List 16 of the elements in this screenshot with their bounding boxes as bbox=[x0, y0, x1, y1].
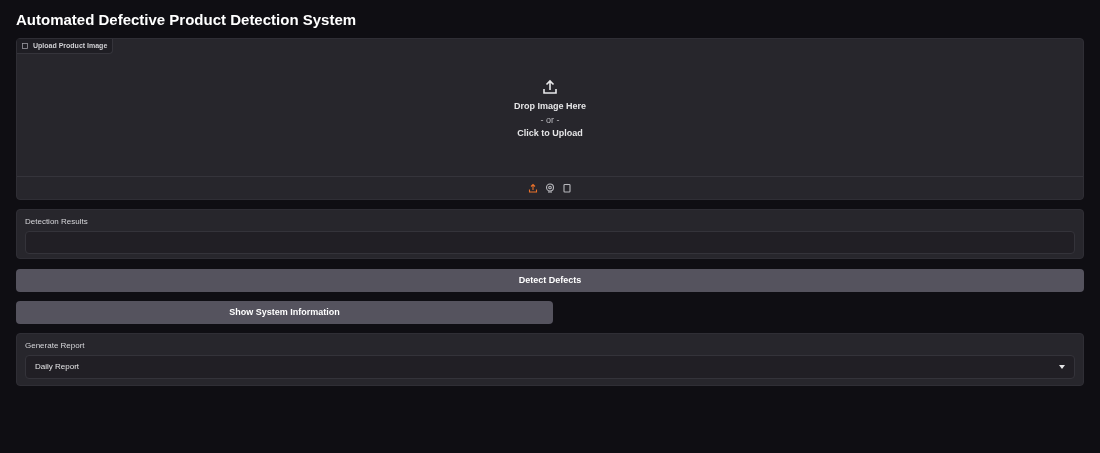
upload-icon bbox=[542, 79, 558, 95]
field-label: Detection Results bbox=[25, 216, 88, 228]
source-button[interactable] bbox=[544, 182, 556, 194]
page-title: Automated Defective Product Detection System bbox=[16, 10, 357, 30]
or-text: - or - bbox=[540, 114, 560, 127]
image-icon bbox=[22, 43, 28, 49]
source-button[interactable] bbox=[527, 182, 539, 194]
click-to-upload-text: Click to Upload bbox=[517, 127, 583, 140]
show-system-information-button[interactable]: Show System Information bbox=[16, 301, 553, 324]
report-dropdown[interactable]: Daily Report bbox=[25, 355, 1075, 379]
caret-icon bbox=[1059, 365, 1065, 369]
drop-text: Drop Image Here bbox=[514, 100, 586, 113]
source-button[interactable] bbox=[561, 182, 573, 194]
field-label: Generate Report bbox=[25, 340, 85, 352]
detect-defects-button[interactable]: Detect Defects bbox=[16, 269, 1084, 292]
dropdown-value: Daily Report bbox=[35, 361, 79, 373]
